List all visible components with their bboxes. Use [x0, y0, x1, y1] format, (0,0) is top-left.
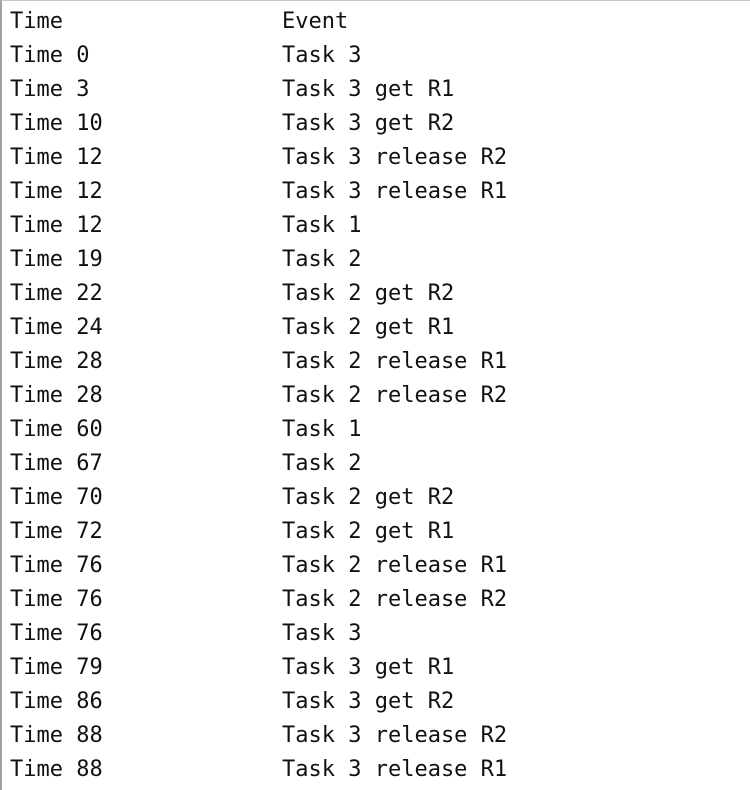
log-event: Task 2 get R1 — [282, 315, 455, 340]
log-time: Time 22 — [10, 281, 103, 306]
log-event: Task 3 get R1 — [282, 655, 455, 680]
log-event: Task 2 release R2 — [282, 383, 508, 408]
log-event: Task 3 get R1 — [282, 77, 455, 102]
log-row: Time 0 Task 3 — [10, 39, 507, 73]
log-event: Task 2 — [282, 451, 362, 476]
log-row: Time 86 Task 3 get R2 — [10, 685, 507, 719]
log-row: Time 10 Task 3 get R2 — [10, 107, 507, 141]
log-event: Task 3 — [282, 43, 362, 68]
log-event: Task 2 release R2 — [282, 587, 508, 612]
log-time: Time 76 — [10, 553, 103, 578]
log-event: Task 3 get R2 — [282, 689, 455, 714]
log-event: Task 3 — [282, 621, 362, 646]
log-row: Time 79 Task 3 get R1 — [10, 651, 507, 685]
log-row: Time 28 Task 2 release R2 — [10, 379, 507, 413]
log-row: Time 72 Task 2 get R1 — [10, 515, 507, 549]
log-time: Time 12 — [10, 145, 103, 170]
time-column-header: Time — [10, 9, 63, 34]
log-event: Task 2 get R2 — [282, 485, 455, 510]
log-row: Time 88 Task 3 release R2 — [10, 719, 507, 753]
log-time: Time 76 — [10, 587, 103, 612]
log-event: Task 2 release R1 — [282, 553, 508, 578]
log-event: Task 2 get R2 — [282, 281, 455, 306]
log-row: Time 76 Task 2 release R2 — [10, 583, 507, 617]
log-event: Task 3 release R2 — [282, 723, 508, 748]
log-time: Time 12 — [10, 179, 103, 204]
log-time: Time 12 — [10, 213, 103, 238]
log-time: Time 88 — [10, 723, 103, 748]
log-row: Time 22 Task 2 get R2 — [10, 277, 507, 311]
log-event: Task 3 release R1 — [282, 179, 508, 204]
log-row: Time 3 Task 3 get R1 — [10, 73, 507, 107]
log-time: Time 0 — [10, 43, 90, 68]
log-time: Time 67 — [10, 451, 103, 476]
log-time: Time 88 — [10, 757, 103, 782]
log-row: Time 24 Task 2 get R1 — [10, 311, 507, 345]
log-event: Task 2 release R1 — [282, 349, 508, 374]
log-row: Time 12 Task 1 — [10, 209, 507, 243]
log-row: Time 28 Task 2 release R1 — [10, 345, 507, 379]
event-column-header: Event — [282, 9, 349, 34]
log-row: Time 70 Task 2 get R2 — [10, 481, 507, 515]
log-event: Task 1 — [282, 213, 362, 238]
log-event: Task 2 get R1 — [282, 519, 455, 544]
log-time: Time 24 — [10, 315, 103, 340]
log-time: Time 72 — [10, 519, 103, 544]
log-row: Time 19 Task 2 — [10, 243, 507, 277]
log-time: Time 76 — [10, 621, 103, 646]
log-time: Time 19 — [10, 247, 103, 272]
log-event: Task 1 — [282, 417, 362, 442]
log-time: Time 3 — [10, 77, 90, 102]
log-row: Time 12 Task 3 release R2 — [10, 141, 507, 175]
log-row: Time 67 Task 2 — [10, 447, 507, 481]
log-time: Time 60 — [10, 417, 103, 442]
log-row: Time 12 Task 3 release R1 — [10, 175, 507, 209]
log-time: Time 79 — [10, 655, 103, 680]
log-event: Task 2 — [282, 247, 362, 272]
log-event: Task 3 release R1 — [282, 757, 508, 782]
log-row: Time 88 Task 3 release R1 — [10, 753, 507, 787]
text-output-panel: Time Event Time 0 Task 3 Time 3 Task 3 get… — [0, 0, 750, 790]
log-row: Time 60 Task 1 — [10, 413, 507, 447]
log-row: Time 76 Task 2 release R1 — [10, 549, 507, 583]
log-event: Task 3 get R2 — [282, 111, 455, 136]
log-time: Time 86 — [10, 689, 103, 714]
log-row: Time 76 Task 3 — [10, 617, 507, 651]
log-event: Task 3 release R2 — [282, 145, 508, 170]
log-time: Time 10 — [10, 111, 103, 136]
event-log: Time Event Time 0 Task 3 Time 3 Task 3 get… — [10, 5, 507, 787]
log-time: Time 28 — [10, 383, 103, 408]
log-time: Time 28 — [10, 349, 103, 374]
log-header-row: Time Event — [10, 5, 507, 39]
log-time: Time 70 — [10, 485, 103, 510]
